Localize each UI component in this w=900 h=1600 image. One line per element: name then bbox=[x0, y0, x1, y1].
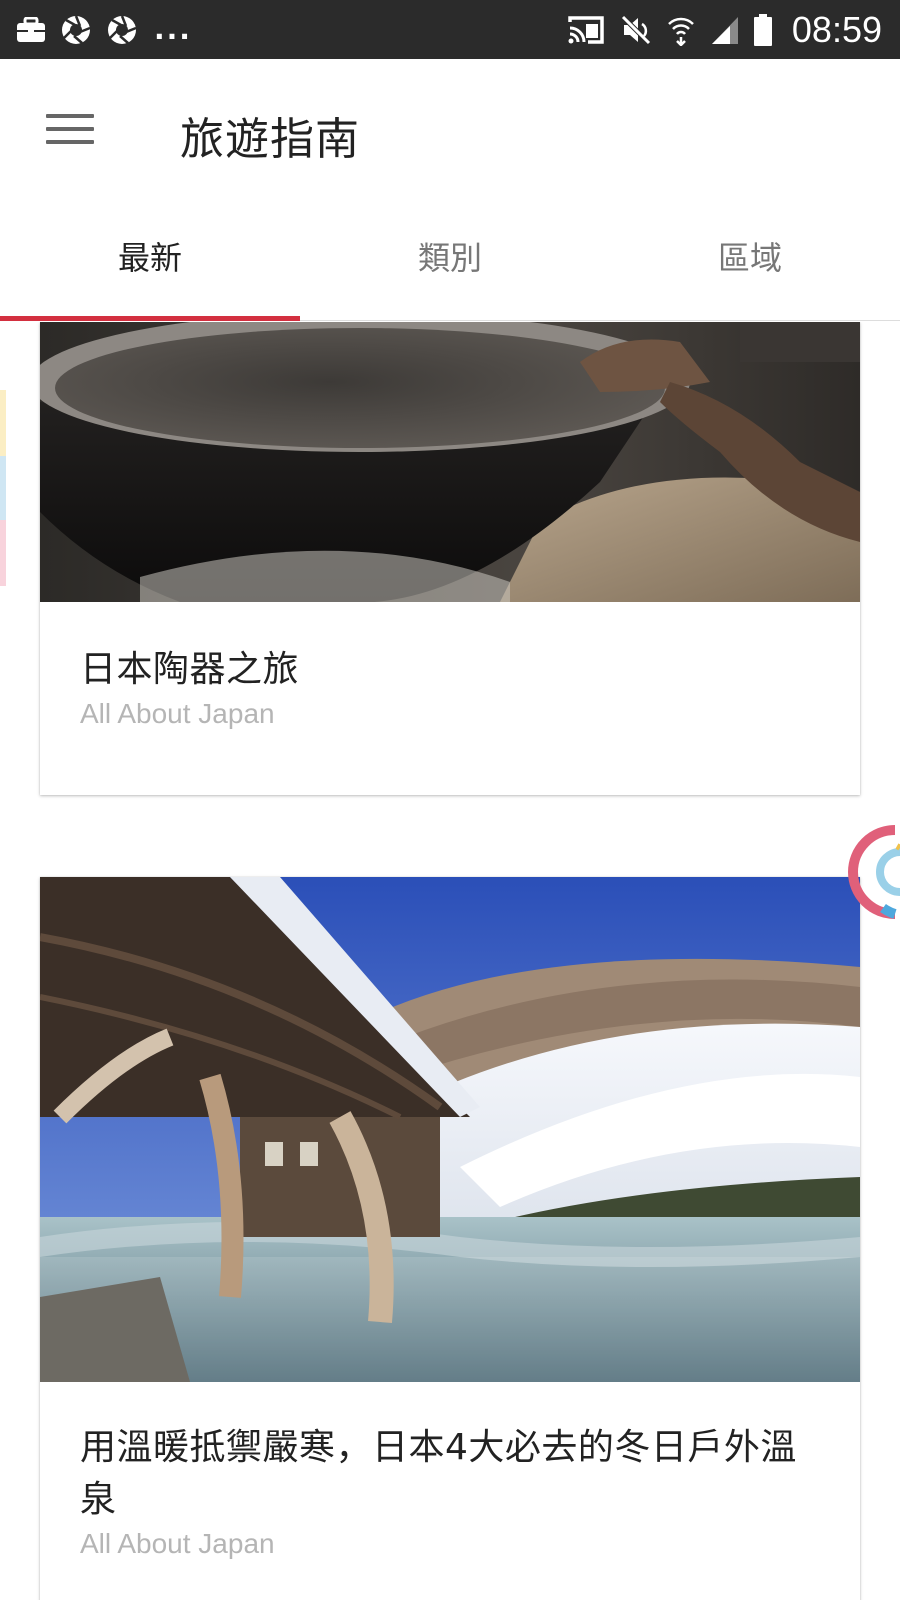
battery-icon bbox=[753, 13, 772, 46]
camera-aperture-icon bbox=[60, 14, 92, 46]
cast-icon bbox=[566, 14, 606, 46]
hamburger-menu-icon[interactable] bbox=[30, 95, 110, 163]
article-card[interactable]: 用溫暖抵禦嚴寒，日本4大必去的冬日戶外溫泉 All About Japan bbox=[40, 877, 860, 1600]
article-card[interactable]: 日本陶器之旅 All About Japan bbox=[40, 322, 860, 795]
snowy-hot-spring-photo bbox=[40, 877, 860, 1382]
app-bar: 旅遊指南 bbox=[0, 59, 900, 199]
page-title: 旅遊指南 bbox=[180, 114, 360, 165]
tab-categories[interactable]: 類別 bbox=[300, 199, 600, 320]
clock: 08:59 bbox=[791, 8, 882, 50]
briefcase-icon bbox=[16, 16, 46, 43]
adjacent-page-peek bbox=[0, 520, 6, 586]
pottery-bowl-photo bbox=[40, 322, 860, 602]
adjacent-page-peek bbox=[0, 456, 6, 520]
status-bar: ... 08:59 bbox=[0, 0, 900, 59]
article-source: All About Japan bbox=[80, 1528, 275, 1559]
article-title: 用溫暖抵禦嚴寒，日本4大必去的冬日戶外溫泉 bbox=[80, 1427, 797, 1520]
tab-regions[interactable]: 區域 bbox=[600, 199, 900, 320]
status-right-icons: 08:59 bbox=[566, 9, 882, 51]
adjacent-page-peek bbox=[0, 390, 6, 456]
article-title: 日本陶器之旅 bbox=[80, 649, 300, 690]
wifi-icon bbox=[666, 14, 696, 46]
tab-latest[interactable]: 最新 bbox=[0, 199, 300, 321]
mute-icon bbox=[620, 14, 652, 46]
article-feed[interactable]: 日本陶器之旅 All About Japan 用溫暖抵禦嚴寒，日本4大必去的冬日… bbox=[0, 322, 900, 1600]
status-left-icons: ... bbox=[16, 13, 192, 46]
camera-aperture-icon bbox=[106, 14, 138, 46]
article-source: All About Japan bbox=[80, 698, 275, 729]
tab-bar: 最新 類別 區域 bbox=[0, 199, 900, 321]
notification-overflow: ... bbox=[154, 13, 192, 46]
signal-icon bbox=[710, 15, 740, 45]
loading-spinner-icon bbox=[845, 822, 900, 926]
